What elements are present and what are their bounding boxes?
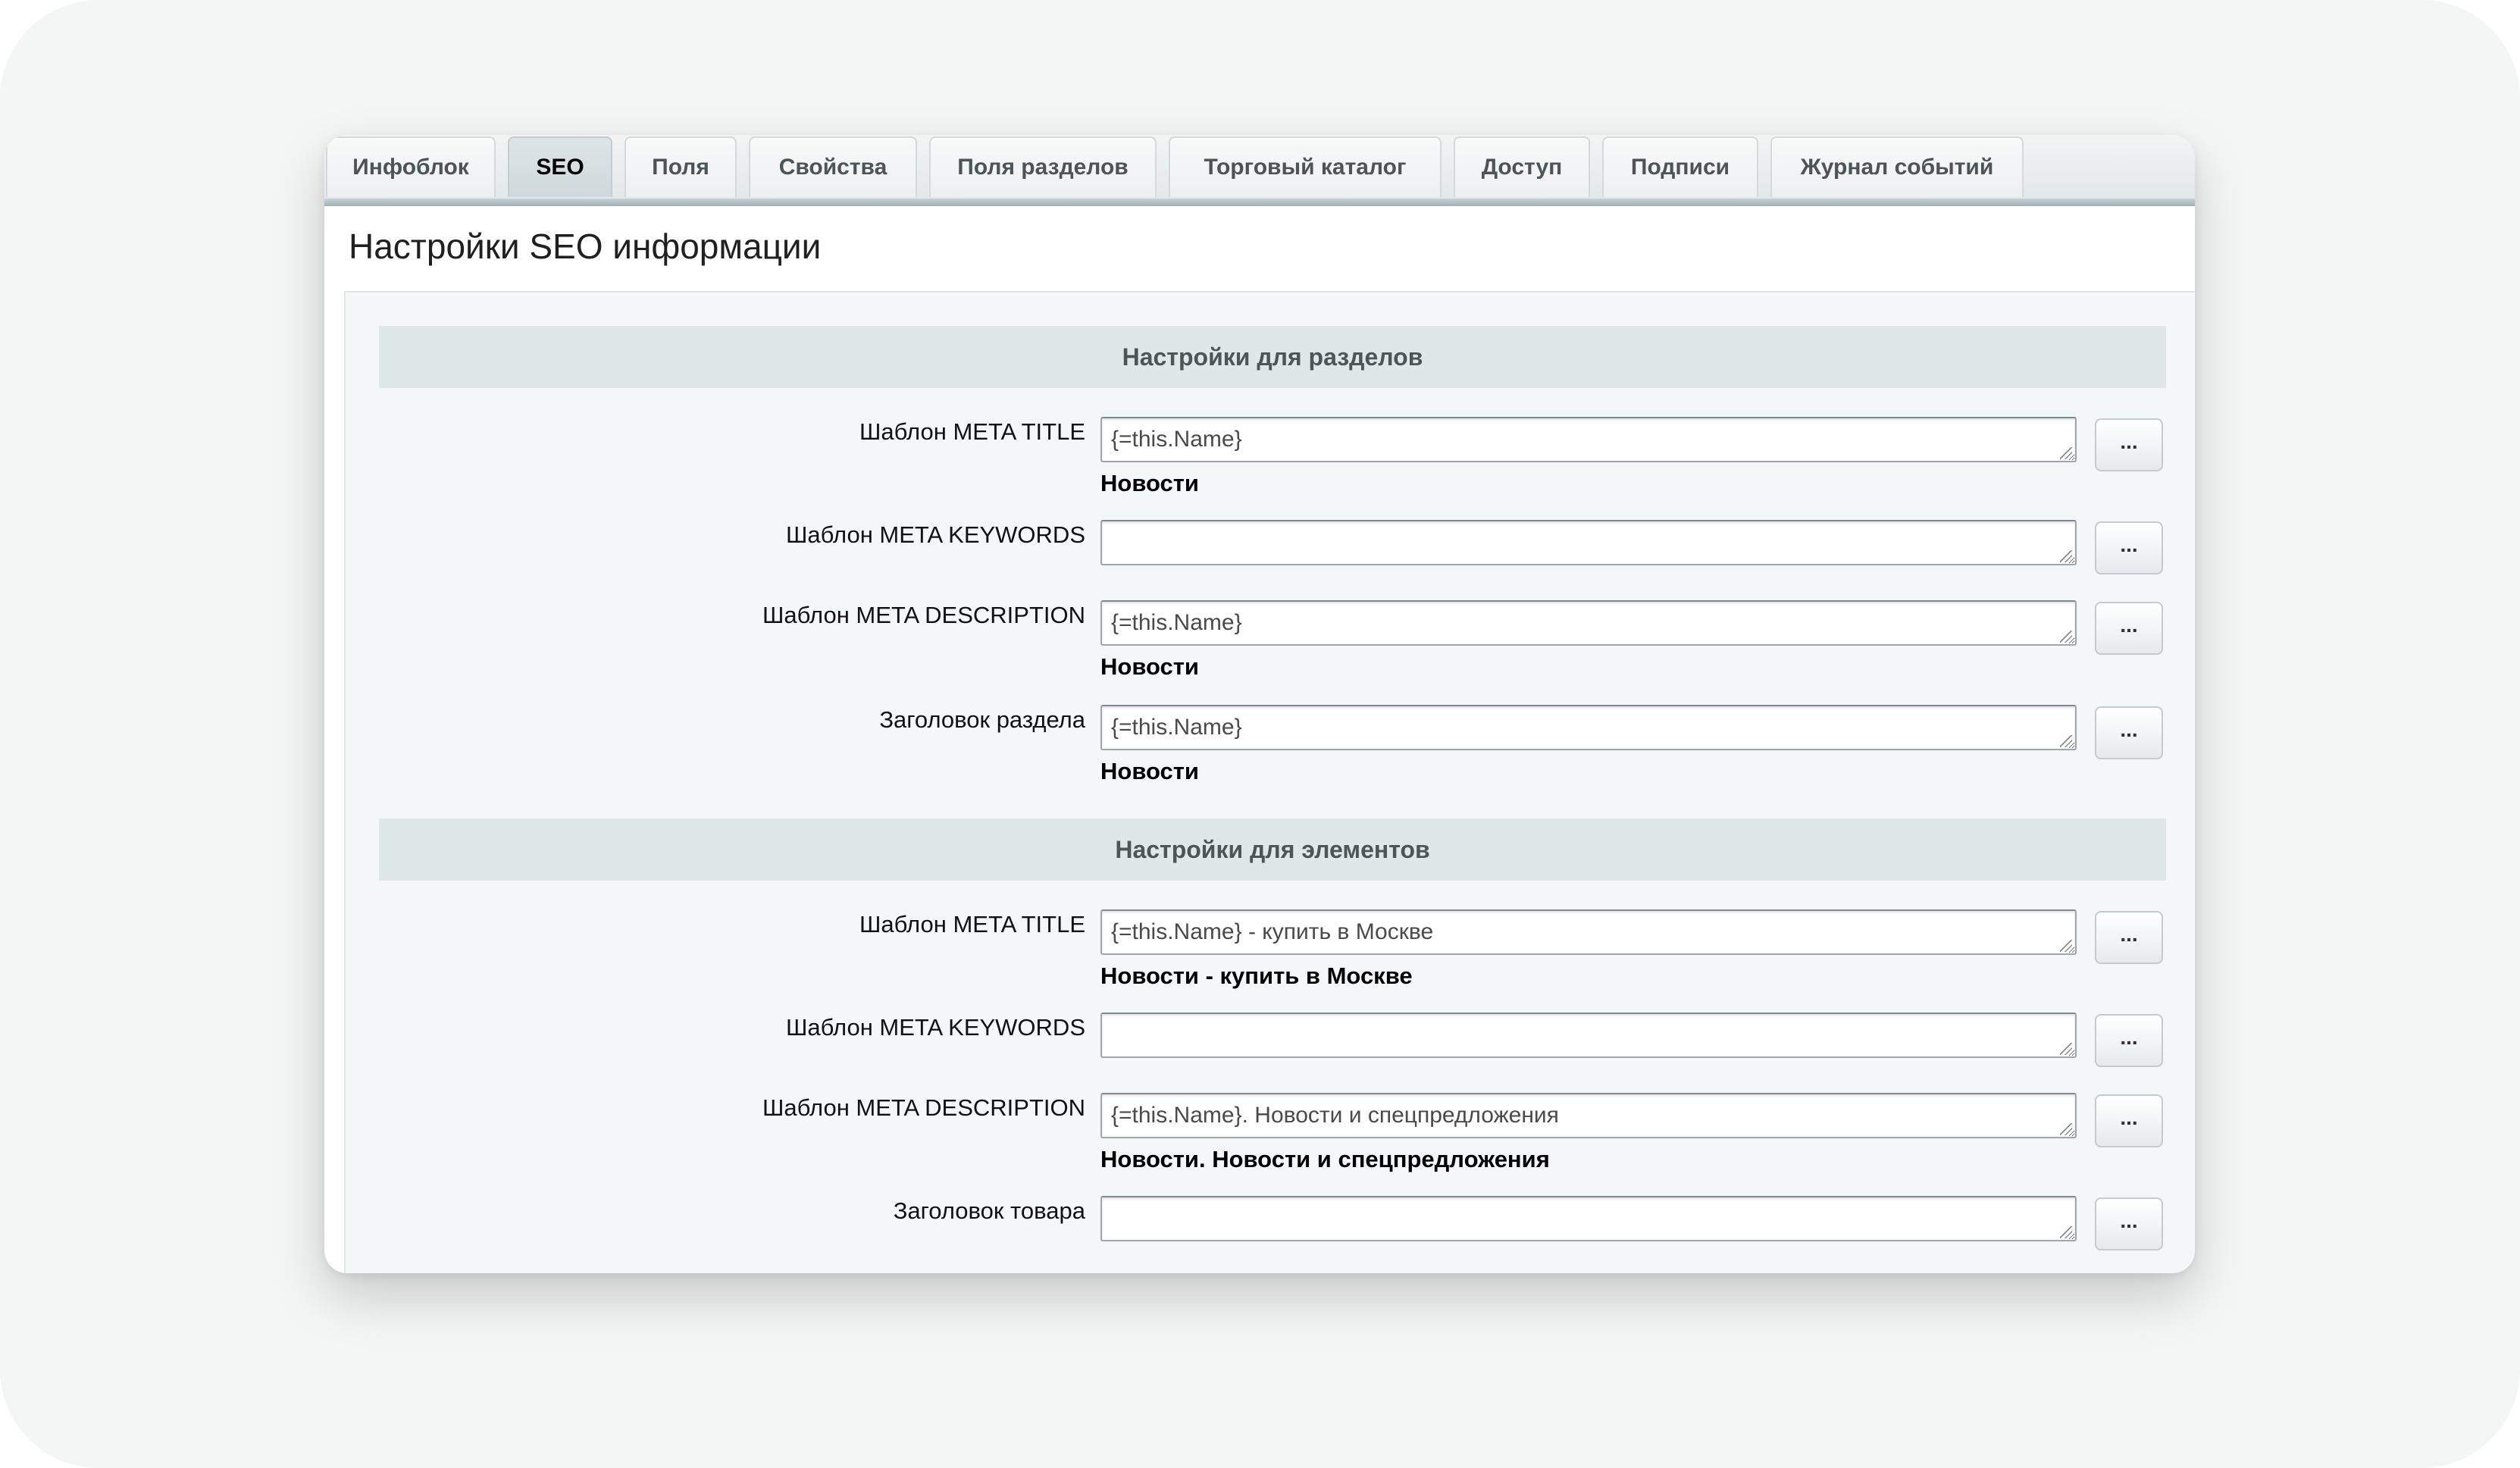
section-meta-description-field[interactable]: {=this.Name} [1100, 600, 2077, 646]
field-label: Заголовок товара [893, 1197, 1085, 1224]
insert-macro-button[interactable]: ... [2095, 1094, 2163, 1147]
form-row-section-meta-title: Шаблон META TITLE {=this.Name} ... Новос… [346, 417, 2195, 523]
tab-fields[interactable]: Поля [625, 136, 737, 197]
field-label: Заголовок раздела [879, 706, 1085, 733]
insert-macro-button[interactable]: ... [2095, 521, 2163, 574]
section-meta-title-field[interactable]: {=this.Name} [1100, 417, 2077, 462]
resize-grip-icon[interactable] [2060, 1043, 2072, 1055]
field-label: Шаблон META DESCRIPTION [762, 1094, 1085, 1121]
element-meta-description-field[interactable]: {=this.Name}. Новости и спецпредложения [1100, 1093, 2077, 1138]
preview-text: Новости [1100, 758, 1199, 784]
tab-event-log[interactable]: Журнал событий [1770, 136, 2024, 197]
section-header-elements: Настройки для элементов [379, 819, 2166, 881]
form-row-section-heading: Заголовок раздела {=this.Name} ... Новос… [346, 705, 2195, 811]
insert-macro-button[interactable]: ... [2095, 1197, 2163, 1250]
preview-text: Новости - купить в Москве [1100, 962, 1413, 989]
field-label: Шаблон META KEYWORDS [786, 1014, 1085, 1041]
insert-macro-button[interactable]: ... [2095, 1014, 2163, 1067]
resize-grip-icon[interactable] [2060, 735, 2072, 747]
resize-grip-icon[interactable] [2060, 940, 2072, 952]
form-row-element-meta-description: Шаблон META DESCRIPTION {=this.Name}. Но… [346, 1093, 2195, 1199]
element-heading-field[interactable] [1100, 1196, 2077, 1241]
tab-seo[interactable]: SEO [508, 136, 612, 197]
tab-section-fields[interactable]: Поля разделов [929, 136, 1157, 197]
tab-bar: Инфоблок SEO Поля Свойства Поля разделов… [324, 135, 2195, 199]
preview-text: Новости [1100, 653, 1199, 680]
field-label: Шаблон META TITLE [859, 418, 1085, 445]
seo-settings-panel: Настройки для разделов Шаблон META TITLE… [344, 291, 2195, 1273]
resize-grip-icon[interactable] [2060, 550, 2072, 562]
section-meta-keywords-field[interactable] [1100, 520, 2077, 565]
preview-text: Новости [1100, 470, 1199, 496]
insert-macro-button[interactable]: ... [2095, 706, 2163, 759]
tab-captions[interactable]: Подписи [1602, 136, 1758, 197]
form-row-section-meta-description: Шаблон META DESCRIPTION {=this.Name} ...… [346, 600, 2195, 706]
element-meta-keywords-field[interactable] [1100, 1013, 2077, 1058]
tab-infoblock[interactable]: Инфоблок [326, 136, 496, 197]
preview-text: Новости. Новости и спецпредложения [1100, 1146, 1550, 1172]
insert-macro-button[interactable]: ... [2095, 911, 2163, 964]
field-label: Шаблон META KEYWORDS [786, 521, 1085, 548]
element-meta-title-field[interactable]: {=this.Name} - купить в Москве [1100, 909, 2077, 955]
insert-macro-button[interactable]: ... [2095, 418, 2163, 471]
section-heading-field[interactable]: {=this.Name} [1100, 705, 2077, 750]
settings-window: Инфоблок SEO Поля Свойства Поля разделов… [324, 135, 2195, 1273]
field-label: Шаблон META TITLE [859, 911, 1085, 937]
form-row-element-meta-title: Шаблон META TITLE {=this.Name} - купить … [346, 909, 2195, 1016]
tab-bar-divider [324, 199, 2195, 206]
page-title: Настройки SEO информации [349, 227, 822, 266]
field-label: Шаблон META DESCRIPTION [762, 602, 1085, 628]
resize-grip-icon[interactable] [2060, 631, 2072, 643]
resize-grip-icon[interactable] [2060, 1123, 2072, 1135]
form-row-element-heading: Заголовок товара ... [346, 1196, 2195, 1273]
insert-macro-button[interactable]: ... [2095, 602, 2163, 655]
tab-access[interactable]: Доступ [1454, 136, 1590, 197]
resize-grip-icon[interactable] [2060, 447, 2072, 459]
section-header-sections: Настройки для разделов [379, 326, 2166, 388]
resize-grip-icon[interactable] [2060, 1226, 2072, 1238]
tab-trade-catalog[interactable]: Торговый каталог [1169, 136, 1442, 197]
tab-properties[interactable]: Свойства [749, 136, 917, 197]
